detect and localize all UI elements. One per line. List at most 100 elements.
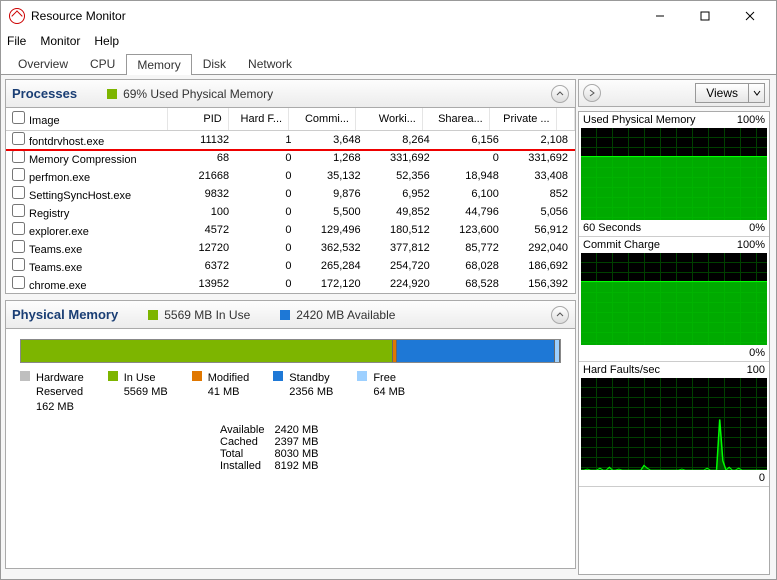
graph3-xright: 0 — [759, 472, 765, 484]
row-checkbox[interactable] — [12, 204, 25, 217]
graph3-area — [581, 378, 767, 470]
collapse-button[interactable] — [551, 85, 569, 103]
process-table-header: Image PID Hard F... Commi... Worki... Sh… — [6, 108, 575, 131]
app-icon — [9, 8, 25, 24]
physmem-inuse: 5569 MB In Use — [164, 308, 250, 322]
stat-cached-label: Cached — [220, 436, 264, 448]
graph1-area — [581, 128, 767, 220]
table-row[interactable]: Registry 10005,500 49,85244,7965,056 — [6, 203, 575, 221]
processes-title: Processes — [12, 86, 77, 101]
process-table-scroll[interactable]: fontdrvhost.exe 1113213,648 8,2646,1562,… — [6, 131, 575, 293]
mod-swatch-icon — [192, 371, 202, 381]
memory-swatch-icon — [107, 89, 117, 99]
graph3-max: 100 — [747, 364, 765, 376]
table-row[interactable]: Teams.exe 63720265,284 254,72068,028186,… — [6, 257, 575, 275]
col-private[interactable]: Private ... — [489, 108, 556, 131]
stat-avail-label: Available — [220, 424, 264, 436]
menu-file[interactable]: File — [7, 34, 26, 48]
table-row[interactable]: Teams.exe 127200362,532 377,81285,772292… — [6, 239, 575, 257]
legend-hw-sub: Reserved — [36, 385, 84, 399]
stat-installed-val: 8192 MB — [274, 460, 318, 472]
tab-memory[interactable]: Memory — [126, 54, 191, 75]
graph-commit-charge: Commit Charge 100% 0% — [579, 237, 769, 362]
processes-subtitle: 69% Used Physical Memory — [123, 87, 273, 101]
graph2-area — [581, 253, 767, 345]
legend-fr-val: 64 MB — [373, 385, 405, 399]
row-checkbox[interactable] — [12, 186, 25, 199]
col-pid[interactable]: PID — [168, 108, 228, 131]
legend-mod-label: Modified — [208, 371, 250, 385]
col-sharea[interactable]: Sharea... — [422, 108, 489, 131]
minimize-button[interactable] — [637, 1, 682, 31]
select-all-checkbox[interactable] — [12, 111, 25, 124]
table-row[interactable]: explorer.exe 45720129,496 180,512123,600… — [6, 221, 575, 239]
graph1-max: 100% — [737, 114, 765, 126]
side-collapse-button[interactable] — [583, 84, 601, 102]
physmem-header[interactable]: Physical Memory 5569 MB In Use 2420 MB A… — [6, 301, 575, 329]
legend-sb-label: Standby — [289, 371, 333, 385]
titlebar: Resource Monitor — [1, 1, 776, 31]
table-row[interactable]: fontdrvhost.exe 1113213,648 8,2646,1562,… — [6, 131, 575, 149]
table-row[interactable]: SettingSyncHost.exe 983209,876 6,9526,10… — [6, 185, 575, 203]
memory-stats: Available Cached Total Installed 2420 MB… — [220, 424, 561, 472]
graphs-container: Used Physical Memory 100% 60 Seconds 0% Co… — [578, 111, 770, 575]
maximize-button[interactable] — [682, 1, 727, 31]
window-title: Resource Monitor — [31, 9, 126, 23]
physical-memory-panel: Physical Memory 5569 MB In Use 2420 MB A… — [5, 300, 576, 569]
hw-swatch-icon — [20, 371, 30, 381]
row-checkbox[interactable] — [12, 240, 25, 253]
graph1-title: Used Physical Memory — [583, 114, 695, 126]
sb-swatch-icon — [273, 371, 283, 381]
tab-cpu[interactable]: CPU — [79, 53, 126, 74]
col-image[interactable]: Image — [6, 108, 168, 131]
graph1-xright: 0% — [749, 222, 765, 234]
row-checkbox[interactable] — [12, 150, 25, 163]
legend-hw-val: 162 MB — [36, 400, 84, 414]
inuse-swatch-icon — [148, 310, 158, 320]
row-checkbox[interactable] — [12, 258, 25, 271]
table-row[interactable]: chrome.exe 139520172,120 224,92068,52815… — [6, 275, 575, 293]
memory-legend: HardwareReserved162 MB In Use5569 MB Mod… — [20, 371, 561, 414]
row-checkbox[interactable] — [12, 132, 25, 145]
graph-used-physmem: Used Physical Memory 100% 60 Seconds 0% — [579, 112, 769, 237]
tab-network[interactable]: Network — [237, 53, 303, 74]
graph2-xright: 0% — [749, 347, 765, 359]
collapse-button-2[interactable] — [551, 306, 569, 324]
stat-installed-label: Installed — [220, 460, 264, 472]
stat-avail-val: 2420 MB — [274, 424, 318, 436]
graph2-title: Commit Charge — [583, 239, 660, 251]
inuse-swatch-icon-2 — [108, 371, 118, 381]
row-checkbox[interactable] — [12, 276, 25, 289]
avail-swatch-icon — [280, 310, 290, 320]
tab-disk[interactable]: Disk — [192, 53, 237, 74]
fr-swatch-icon — [357, 371, 367, 381]
row-checkbox[interactable] — [12, 222, 25, 235]
views-dropdown[interactable] — [749, 83, 765, 103]
row-checkbox[interactable] — [12, 168, 25, 181]
table-row[interactable]: perfmon.exe 21668035,132 52,35618,94833,… — [6, 167, 575, 185]
menu-monitor[interactable]: Monitor — [40, 34, 80, 48]
memory-bar — [20, 339, 561, 363]
menu-help[interactable]: Help — [94, 34, 119, 48]
physmem-title: Physical Memory — [12, 307, 118, 322]
col-working[interactable]: Worki... — [355, 108, 422, 131]
graph2-max: 100% — [737, 239, 765, 251]
legend-hw-label: Hardware — [36, 371, 84, 385]
col-hardf[interactable]: Hard F... — [228, 108, 288, 131]
graph3-title: Hard Faults/sec — [583, 364, 660, 376]
resource-monitor-window: Resource Monitor File Monitor Help Overv… — [0, 0, 777, 580]
table-row[interactable]: Memory Compression 6801,268 331,6920331,… — [6, 149, 575, 167]
graph-hardfaults: Hard Faults/sec 100 0 — [579, 362, 769, 487]
tab-strip: Overview CPU Memory Disk Network — [1, 51, 776, 75]
processes-header[interactable]: Processes 69% Used Physical Memory — [6, 80, 575, 108]
views-button[interactable]: Views — [695, 83, 749, 103]
col-commit[interactable]: Commi... — [289, 108, 356, 131]
physmem-avail: 2420 MB Available — [296, 308, 395, 322]
tab-overview[interactable]: Overview — [7, 53, 79, 74]
legend-mod-val: 41 MB — [208, 385, 250, 399]
processes-panel: Processes 69% Used Physical Memory Image… — [5, 79, 576, 294]
process-table: fontdrvhost.exe 1113213,648 8,2646,1562,… — [6, 131, 575, 293]
stat-total-val: 8030 MB — [274, 448, 318, 460]
graph1-xleft: 60 Seconds — [583, 222, 641, 234]
close-button[interactable] — [727, 1, 772, 31]
